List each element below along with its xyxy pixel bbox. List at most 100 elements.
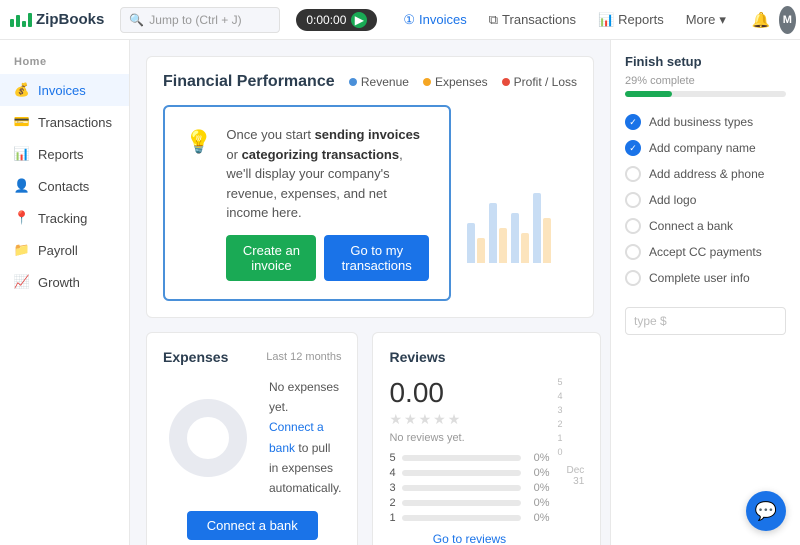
review-num-3: 3	[389, 482, 395, 494]
review-bar-bg-1	[402, 515, 522, 521]
expenses-dot	[423, 78, 431, 86]
logo-icon	[10, 13, 32, 27]
donut-svg	[163, 393, 253, 483]
reviews-right: 5 4 3 2 1 0	[557, 377, 584, 545]
y-label-2: 2	[557, 419, 562, 429]
top-nav: ZipBooks 🔍 Jump to (Ctrl + J) 0:00:00 ▶ …	[0, 0, 800, 40]
sidebar-item-payroll[interactable]: 📁 Payroll	[0, 234, 129, 266]
nav-transactions[interactable]: ⧉ Transactions	[479, 8, 586, 32]
expenses-cta: Connect a bank to pull in expenses autom…	[269, 417, 341, 499]
sidebar-item-reports[interactable]: 📊 Reports	[0, 138, 129, 170]
sidebar-label-payroll: Payroll	[38, 243, 78, 258]
logo[interactable]: ZipBooks	[10, 11, 104, 28]
lightbulb-icon: 💡	[185, 129, 212, 155]
setup-label-business-types: Add business types	[649, 115, 753, 129]
y-axis: 5 4 3 2 1 0	[557, 377, 562, 457]
check-add-logo	[625, 192, 641, 208]
go-to-transactions-button[interactable]: Go to my transactions	[324, 235, 429, 281]
setup-item-add-logo[interactable]: Add logo	[625, 187, 786, 213]
review-pct-3: 0%	[527, 482, 549, 494]
connect-bank-button[interactable]: Connect a bank	[187, 511, 318, 540]
growth-icon: 📈	[14, 274, 30, 290]
transactions-nav-icon: ⧉	[489, 12, 498, 28]
sidebar-label-transactions: Transactions	[38, 115, 112, 130]
avatar[interactable]: M	[779, 6, 797, 34]
setup-title: Finish setup	[625, 54, 786, 69]
review-row-4: 4 0%	[389, 467, 549, 479]
expenses-info: No expenses yet. Connect a bank to pull …	[269, 377, 341, 499]
setup-item-cc-payments[interactable]: Accept CC payments	[625, 239, 786, 265]
sidebar-item-contacts[interactable]: 👤 Contacts	[0, 170, 129, 202]
reviews-title: Reviews	[389, 349, 445, 365]
sidebar-item-tracking[interactable]: 📍 Tracking	[0, 202, 129, 234]
stars: ★ ★ ★ ★ ★	[389, 411, 549, 428]
review-pct-2: 0%	[527, 497, 549, 509]
review-bar-bg-3	[402, 485, 522, 491]
chat-icon: 💬	[755, 501, 777, 522]
progress-bar-fill	[625, 91, 672, 97]
expenses-body: No expenses yet. Connect a bank to pull …	[163, 377, 341, 499]
chart-bar-revenue-3	[511, 213, 519, 263]
reviews-header: Reviews	[389, 349, 584, 365]
setup-label-connect-bank: Connect a bank	[649, 219, 733, 233]
chat-button[interactable]: 💬	[746, 491, 786, 531]
expenses-header: Expenses Last 12 months	[163, 349, 341, 365]
bell-icon[interactable]: 🔔	[752, 11, 771, 29]
setup-item-connect-bank[interactable]: Connect a bank	[625, 213, 786, 239]
nav-more[interactable]: More ▾	[676, 8, 736, 32]
y-label-0: 0	[557, 447, 562, 457]
revenue-dot	[349, 78, 357, 86]
sidebar-label-invoices: Invoices	[38, 83, 86, 98]
timer-play-button[interactable]: ▶	[351, 12, 367, 28]
y-label-5: 5	[557, 377, 562, 387]
review-row-2: 2 0%	[389, 497, 549, 509]
nav-reports[interactable]: 📊 Reports	[588, 8, 674, 32]
review-pct-1: 0%	[527, 512, 549, 524]
reviews-chart-area: 5 4 3 2 1 0	[557, 377, 584, 487]
sidebar-item-invoices[interactable]: 💰 Invoices	[0, 74, 129, 106]
review-row-3: 3 0%	[389, 482, 549, 494]
sidebar-item-growth[interactable]: 📈 Growth	[0, 266, 129, 298]
tracking-icon: 📍	[14, 210, 30, 226]
no-expenses-text: No expenses yet.	[269, 377, 341, 418]
review-row-5: 5 0%	[389, 452, 549, 464]
setup-item-company-name[interactable]: ✓ Add company name	[625, 135, 786, 161]
progress-bar-bg	[625, 91, 786, 97]
go-reviews-link[interactable]: Go to reviews	[389, 532, 549, 545]
star-2: ★	[404, 411, 417, 428]
financial-performance-card: Financial Performance Revenue Expenses P…	[146, 56, 594, 318]
chart-bar-expenses-2	[499, 228, 507, 263]
y-label-3: 3	[557, 405, 562, 415]
reviews-bars: 5 0% 4 0% 3	[389, 452, 549, 524]
bottom-row: Expenses Last 12 months No expenses yet.…	[146, 332, 594, 545]
y-label-4: 4	[557, 391, 562, 401]
legend-profit-loss: Profit / Loss	[502, 75, 577, 89]
fp-header: Financial Performance Revenue Expenses P…	[163, 73, 577, 91]
expenses-subtitle: Last 12 months	[266, 351, 341, 363]
check-connect-bank	[625, 218, 641, 234]
type-dollar-label: type $	[634, 314, 667, 328]
timer-widget[interactable]: 0:00:00 ▶	[296, 9, 377, 31]
sidebar-label-reports: Reports	[38, 147, 84, 162]
setup-label-add-logo: Add logo	[649, 193, 696, 207]
setup-item-user-info[interactable]: Complete user info	[625, 265, 786, 291]
search-bar[interactable]: 🔍 Jump to (Ctrl + J)	[120, 7, 280, 33]
nav-invoices[interactable]: ① Invoices	[393, 8, 476, 32]
main-layout: Home 💰 Invoices 💳 Transactions 📊 Reports…	[0, 40, 800, 545]
main-content: Financial Performance Revenue Expenses P…	[130, 40, 610, 545]
review-row-1: 1 0%	[389, 512, 549, 524]
sidebar-item-transactions[interactable]: 💳 Transactions	[0, 106, 129, 138]
review-num-2: 2	[389, 497, 395, 509]
star-3: ★	[419, 411, 432, 428]
timer-display: 0:00:00	[306, 13, 346, 27]
star-4: ★	[433, 411, 446, 428]
fp-title: Financial Performance	[163, 73, 335, 91]
type-dollar-input[interactable]: type $	[625, 307, 786, 335]
create-invoice-button[interactable]: Create an invoice	[226, 235, 316, 281]
logo-text: ZipBooks	[36, 11, 104, 28]
chevron-down-icon: ▾	[719, 12, 726, 28]
setup-item-business-types[interactable]: ✓ Add business types	[625, 109, 786, 135]
revenue-label: Revenue	[361, 75, 409, 89]
setup-item-address-phone[interactable]: Add address & phone	[625, 161, 786, 187]
reviews-card: Reviews 0.00 ★ ★ ★ ★ ★ No reviews yet.	[372, 332, 601, 545]
